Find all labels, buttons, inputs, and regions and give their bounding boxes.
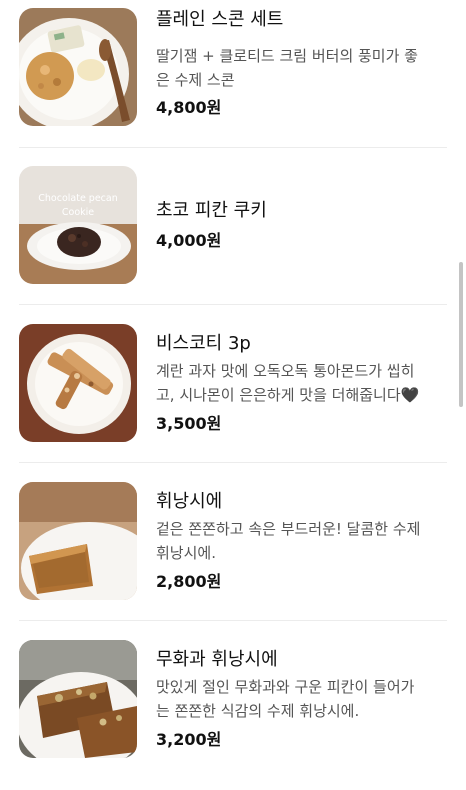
item-price: 3,200원 <box>156 730 222 749</box>
divider <box>19 147 447 148</box>
item-description: 딸기잼 + 클로티드 크림 버터의 풍미가 좋 은 수제 스콘 <box>156 47 418 89</box>
menu-item-choco-pecan-cookie[interactable]: Chocolate pecan Cookie 초코 피칸 쿠키 4,000원 <box>0 158 466 316</box>
cookie-photo-caption: Chocolate pecan <box>38 193 118 204</box>
cookie-photo: Chocolate pecan Cookie <box>19 166 137 284</box>
item-description: 겉은 쫀쫀하고 속은 부드러운! 달콤한 수제 휘낭시에. <box>156 520 421 562</box>
item-name: 비스코티 3p <box>156 333 251 354</box>
item-description: 계란 과자 맛에 오독오독 통아몬드가 씹히 고, 시나몬이 은은하게 맛을 더… <box>156 362 420 404</box>
divider <box>19 304 447 305</box>
item-price: 3,500원 <box>156 414 222 433</box>
fig-financier-photo <box>19 640 137 758</box>
divider <box>19 620 447 621</box>
menu-item-financier[interactable]: 휘낭시에 겉은 쫀쫀하고 속은 부드러운! 달콤한 수제 휘낭시에. 2,800… <box>0 474 466 632</box>
scone-photo <box>19 8 137 126</box>
item-name: 플레인 스콘 세트 <box>156 9 284 30</box>
item-price: 2,800원 <box>156 572 222 591</box>
menu-item-plain-scone-set[interactable]: 플레인 스콘 세트 딸기잼 + 클로티드 크림 버터의 풍미가 좋 은 수제 스… <box>0 0 466 158</box>
item-name: 초코 피칸 쿠키 <box>156 200 267 221</box>
divider <box>19 462 447 463</box>
item-price: 4,000원 <box>156 231 222 250</box>
cookie-photo-caption: Cookie <box>62 207 94 218</box>
item-description: 맛있게 절인 무화과와 구운 피칸이 들어가 는 쫀쫀한 식감의 수제 휘낭시에… <box>156 678 415 720</box>
financier-photo <box>19 482 137 600</box>
scrollbar[interactable] <box>459 262 463 407</box>
item-price: 4,800원 <box>156 98 222 117</box>
item-name: 무화과 휘낭시에 <box>156 649 278 670</box>
biscotti-photo <box>19 324 137 442</box>
menu-item-fig-financier[interactable]: 무화과 휘낭시에 맛있게 절인 무화과와 구운 피칸이 들어가 는 쫀쫀한 식감… <box>0 632 466 790</box>
item-name: 휘낭시에 <box>156 491 223 512</box>
menu-item-biscotti[interactable]: 비스코티 3p 계란 과자 맛에 오독오독 통아몬드가 씹히 고, 시나몬이 은… <box>0 316 466 474</box>
